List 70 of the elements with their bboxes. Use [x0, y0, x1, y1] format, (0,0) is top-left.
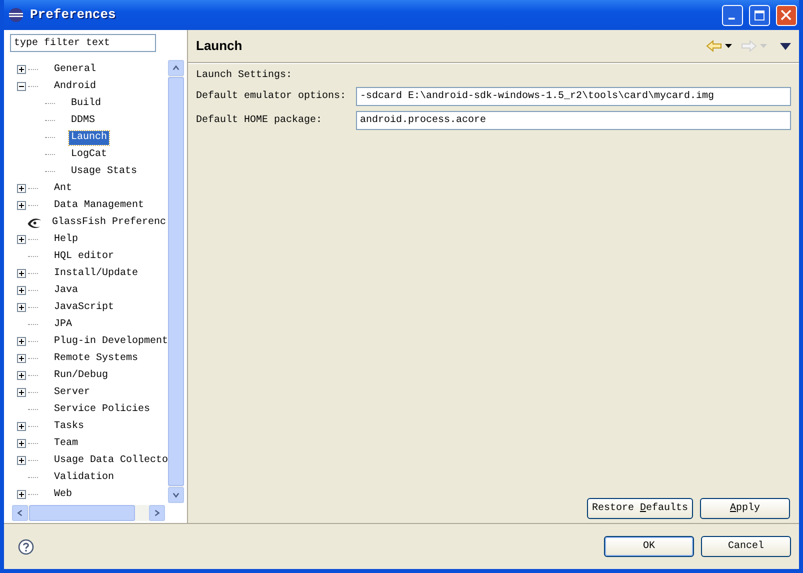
- tree-item[interactable]: Usage Data Collecto: [52, 454, 170, 468]
- tree-item[interactable]: Help: [52, 232, 80, 246]
- eye-icon: [26, 216, 42, 230]
- forward-icon: [741, 40, 757, 52]
- tree-item[interactable]: JPA: [52, 318, 74, 332]
- tree-item[interactable]: DDMS: [69, 114, 98, 128]
- expand-icon[interactable]: [17, 303, 26, 312]
- restore-defaults-button[interactable]: Restore Defaults: [586, 498, 693, 519]
- tree-item[interactable]: Install/Update: [52, 266, 140, 280]
- ok-button[interactable]: OK: [604, 536, 694, 557]
- expand-icon[interactable]: [17, 337, 26, 346]
- expand-icon[interactable]: [17, 269, 26, 278]
- scroll-right-button[interactable]: [149, 505, 165, 521]
- input-field[interactable]: android.process.acore: [356, 111, 791, 130]
- dropdown-icon[interactable]: [725, 44, 732, 48]
- tree-item[interactable]: Team: [52, 436, 80, 450]
- scrollbar-thumb[interactable]: [168, 77, 184, 486]
- expand-icon[interactable]: [17, 184, 26, 193]
- scroll-left-button[interactable]: [12, 505, 28, 521]
- expand-icon[interactable]: [17, 354, 26, 363]
- tree-item[interactable]: Validation: [52, 470, 116, 484]
- view-menu-icon[interactable]: [780, 42, 791, 50]
- close-button[interactable]: [776, 4, 797, 26]
- scrollbar-thumb[interactable]: [29, 505, 135, 521]
- tree-item[interactable]: LogCat: [69, 148, 110, 162]
- scroll-up-button[interactable]: [168, 60, 184, 76]
- page-title: Launch: [196, 37, 244, 56]
- expand-icon[interactable]: [17, 235, 26, 244]
- help-icon[interactable]: [18, 538, 34, 554]
- scroll-down-button[interactable]: [168, 487, 184, 503]
- tree-item[interactable]: HQL editor: [52, 250, 116, 264]
- tree-item[interactable]: Service Policies: [52, 402, 152, 416]
- expand-icon[interactable]: [17, 439, 26, 448]
- tree-item[interactable]: Launch: [69, 130, 110, 144]
- app-icon: [8, 7, 24, 23]
- expand-icon[interactable]: [17, 371, 26, 380]
- expand-icon[interactable]: [17, 490, 26, 499]
- tree-item[interactable]: JavaScript: [52, 300, 116, 314]
- tree-item[interactable]: Tasks: [52, 420, 86, 434]
- tree-item[interactable]: Run/Debug: [52, 368, 110, 382]
- field-label: Default HOME package:: [196, 114, 324, 128]
- cancel-button[interactable]: Cancel: [701, 536, 791, 557]
- section-label: Launch Settings:: [196, 68, 292, 83]
- expand-icon[interactable]: [17, 422, 26, 431]
- tree-item[interactable]: General: [52, 62, 98, 76]
- tree-item[interactable]: Usage Stats: [69, 164, 140, 178]
- minimize-button[interactable]: [722, 4, 743, 26]
- window-title: Preferences: [30, 6, 117, 24]
- apply-button[interactable]: Apply: [700, 498, 790, 519]
- expand-icon[interactable]: [17, 456, 26, 465]
- expand-icon[interactable]: [17, 388, 26, 397]
- tree-item[interactable]: Server: [52, 386, 92, 400]
- tree-item[interactable]: Remote Systems: [52, 352, 140, 366]
- expand-icon[interactable]: [17, 201, 26, 210]
- filter-field[interactable]: type filter text: [10, 34, 156, 52]
- tree-item[interactable]: Ant: [52, 182, 74, 196]
- expand-icon[interactable]: [17, 286, 26, 295]
- tree-item[interactable]: Build: [69, 96, 104, 110]
- expand-icon[interactable]: [17, 65, 26, 74]
- input-field[interactable]: -sdcard E:\android-sdk-windows-1.5_r2\tools\card\mycard.img: [356, 87, 791, 106]
- tree-item[interactable]: Java: [52, 284, 80, 298]
- field-label: Default emulator options:: [196, 90, 348, 104]
- tree-item[interactable]: Android: [52, 80, 98, 94]
- tree-item[interactable]: Web: [52, 488, 74, 502]
- tree-item[interactable]: GlassFish Preferenc: [50, 216, 168, 230]
- dropdown-icon: [760, 44, 767, 48]
- maximize-button[interactable]: [749, 4, 770, 26]
- collapse-icon[interactable]: [17, 82, 26, 91]
- tree-item[interactable]: Data Management: [52, 198, 146, 212]
- tree-item[interactable]: Plug-in Development: [52, 334, 170, 348]
